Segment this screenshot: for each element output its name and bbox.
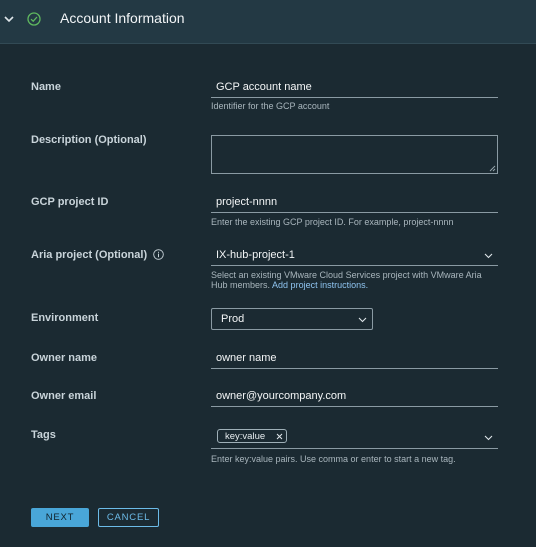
gcp-project-id-input[interactable]: project-nnnn	[211, 195, 498, 213]
owner-name-label: Owner name	[31, 352, 98, 364]
name-help: Identifier for the GCP account	[211, 101, 330, 111]
gcp-project-id-help: Enter the existing GCP project ID. For e…	[211, 217, 454, 227]
gcp-project-id-label: GCP project ID	[31, 196, 109, 208]
chevron-down-icon[interactable]	[484, 435, 493, 441]
tags-label: Tags	[31, 429, 56, 441]
description-label: Description (Optional)	[31, 134, 147, 146]
section-title: Account Information	[60, 10, 185, 26]
environment-select[interactable]: Prod	[211, 308, 373, 330]
check-circle-icon	[27, 12, 41, 26]
owner-name-input[interactable]: owner name	[211, 351, 498, 369]
section-header[interactable]: Account Information	[0, 0, 536, 44]
aria-project-help-line2: Hub members.	[211, 280, 271, 290]
owner-email-value: owner@yourcompany.com	[216, 390, 347, 402]
aria-project-value: IX-hub-project-1	[216, 249, 295, 261]
name-label: Name	[31, 81, 61, 93]
gcp-project-id-value: project-nnnn	[216, 196, 278, 208]
resize-handle-icon[interactable]	[489, 165, 496, 172]
cancel-button[interactable]: CANCEL	[98, 508, 159, 527]
aria-project-label-text: Aria project (Optional)	[31, 249, 148, 261]
tags-input[interactable]: key:value	[211, 426, 498, 449]
tag-chip[interactable]: key:value	[217, 429, 287, 443]
add-project-instructions-link[interactable]: Add project instructions.	[272, 280, 368, 290]
aria-project-help-line1: Select an existing VMware Cloud Services…	[211, 270, 482, 280]
name-value: GCP account name	[216, 81, 312, 93]
tags-help: Enter key:value pairs. Use comma or ente…	[211, 454, 456, 464]
aria-project-label: Aria project (Optional)	[31, 249, 164, 261]
owner-email-label: Owner email	[31, 390, 97, 402]
close-icon[interactable]	[276, 433, 283, 440]
tag-chip-label: key:value	[225, 431, 266, 442]
chevron-down-icon	[484, 253, 493, 259]
chevron-down-icon	[358, 317, 367, 323]
environment-value: Prod	[221, 313, 245, 325]
chevron-down-icon[interactable]	[3, 13, 15, 25]
name-input[interactable]: GCP account name	[211, 80, 498, 98]
next-button[interactable]: NEXT	[31, 508, 89, 527]
aria-project-help: Select an existing VMware Cloud Services…	[211, 270, 503, 290]
aria-project-select[interactable]: IX-hub-project-1	[211, 248, 498, 266]
owner-name-value: owner name	[216, 352, 277, 364]
owner-email-input[interactable]: owner@yourcompany.com	[211, 389, 498, 407]
info-icon[interactable]	[153, 249, 164, 260]
description-textarea[interactable]	[211, 135, 498, 174]
environment-label: Environment	[31, 312, 99, 324]
